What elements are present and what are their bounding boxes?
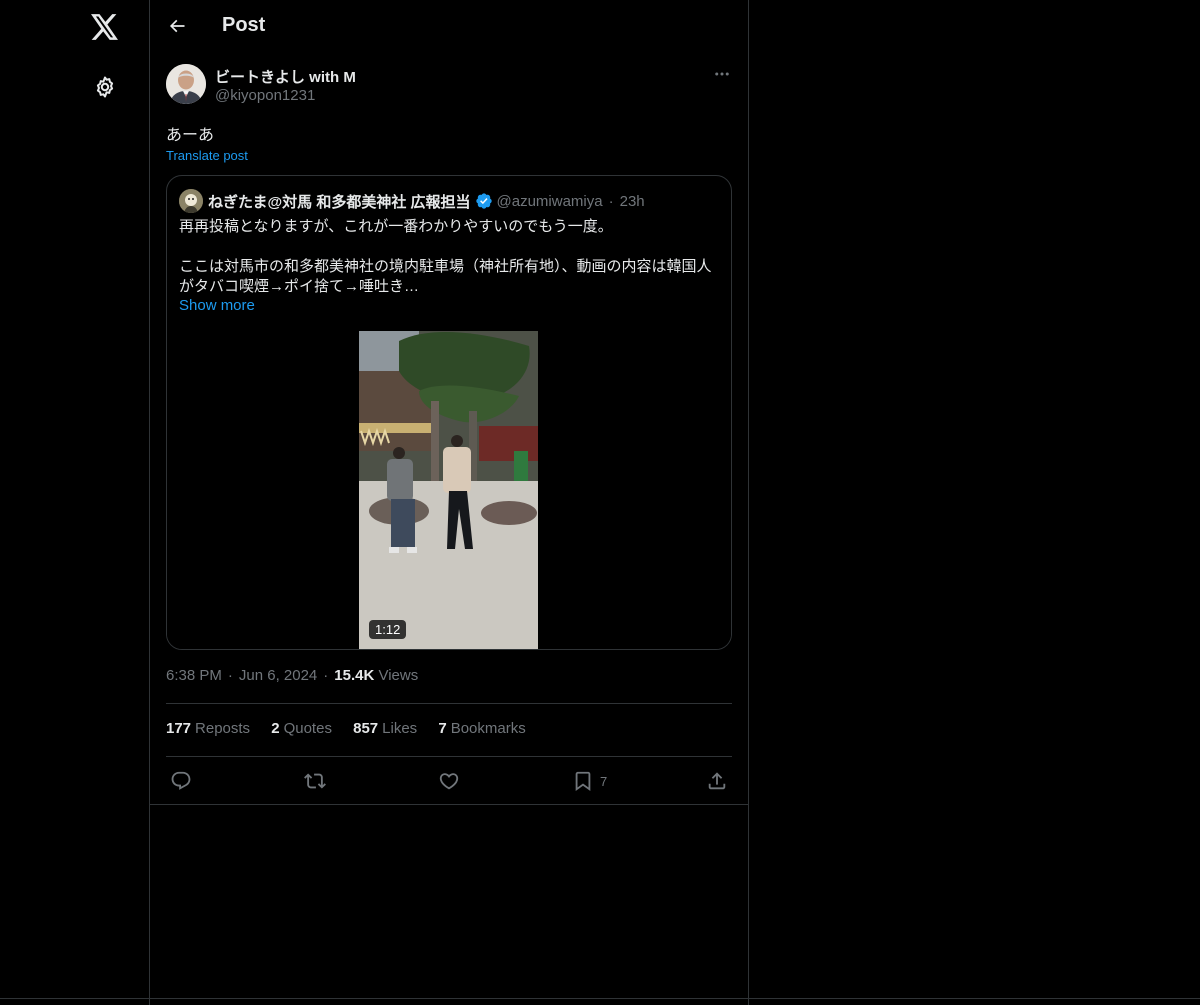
avatar[interactable] xyxy=(166,64,206,104)
quoted-post[interactable]: ねぎたま@対馬 和多都美神社 広報担当 @azumiwamiya · 23h 再… xyxy=(166,175,732,650)
quoted-handle[interactable]: @azumiwamiya xyxy=(497,193,603,210)
page-title: Post xyxy=(222,14,266,36)
bookmarks-stat[interactable]: 7 Bookmarks xyxy=(438,720,525,737)
translate-post-link[interactable]: Translate post xyxy=(166,148,248,163)
likes-count: 857 xyxy=(353,720,379,737)
video-duration: 1:12 xyxy=(369,620,407,639)
likes-stat[interactable]: 857 Likes xyxy=(353,720,417,737)
app: Post ビートきよし with M @kiyopon1231 あーあ Tran… xyxy=(0,0,1200,1005)
quoted-media: 1:12 xyxy=(167,331,731,649)
reposts-stat[interactable]: 177 Reposts xyxy=(166,720,250,737)
likes-label: Likes xyxy=(382,720,418,737)
show-more-link[interactable]: Show more xyxy=(179,297,255,314)
separator-dot: · xyxy=(227,667,233,684)
quotes-stat[interactable]: 2 Quotes xyxy=(271,720,332,737)
views-count: 15.4K xyxy=(334,667,375,684)
post-text: あーあ xyxy=(166,127,215,144)
quoted-display-name[interactable]: ねぎたま@対馬 和多都美神社 広報担当 xyxy=(208,191,471,212)
post-stats: 177 Reposts 2 Quotes 857 Likes 7 Bookmarks xyxy=(166,720,543,737)
views-label: Views xyxy=(378,667,419,684)
post-date[interactable]: Jun 6, 2024 xyxy=(239,667,317,684)
verified-badge-icon xyxy=(475,192,493,210)
header: Post xyxy=(150,0,748,54)
quoted-text-line2: ここは対馬市の和多都美神社の境内駐車場（神社所有地）、動画の内容は韓国人がタバコ… xyxy=(179,258,712,295)
bookmark-count: 7 xyxy=(600,773,608,789)
share-icon[interactable] xyxy=(706,767,728,795)
separator-dot: · xyxy=(323,667,329,684)
heart-icon[interactable] xyxy=(438,767,460,795)
quoted-text-line1: 再再投稿となりますが、これが一番わかりやすいのでもう一度。 xyxy=(179,218,613,235)
reposts-count: 177 xyxy=(166,720,192,737)
divider xyxy=(166,756,732,757)
author-row: ビートきよし with M @kiyopon1231 xyxy=(166,64,732,108)
quotes-label: Quotes xyxy=(283,720,332,737)
main-column: Post ビートきよし with M @kiyopon1231 あーあ Tran… xyxy=(149,0,749,1005)
divider xyxy=(166,703,732,704)
x-logo-icon[interactable] xyxy=(84,6,126,48)
quoted-post-header: ねぎたま@対馬 和多都美神社 広報担当 @azumiwamiya · 23h xyxy=(179,189,645,213)
post-meta: 6:38 PM · Jun 6, 2024 · 15.4K Views xyxy=(166,667,418,684)
reply-icon[interactable] xyxy=(170,767,192,795)
separator-dot: · xyxy=(608,192,614,210)
gear-icon[interactable] xyxy=(84,66,126,108)
bookmark-icon[interactable]: 7 xyxy=(572,767,607,795)
quotes-count: 2 xyxy=(271,720,280,737)
author-display-name[interactable]: ビートきよし with M xyxy=(215,66,356,87)
video-thumbnail[interactable]: 1:12 xyxy=(359,331,538,649)
divider xyxy=(0,998,1200,999)
repost-icon[interactable] xyxy=(303,767,327,795)
quoted-timestamp[interactable]: 23h xyxy=(620,193,645,210)
left-nav xyxy=(0,0,150,1005)
more-options-icon[interactable] xyxy=(712,64,732,84)
bookmarks-count: 7 xyxy=(438,720,447,737)
author-handle[interactable]: @kiyopon1231 xyxy=(215,87,315,104)
quoted-avatar[interactable] xyxy=(179,189,203,213)
reposts-label: Reposts xyxy=(195,720,251,737)
post-time[interactable]: 6:38 PM xyxy=(166,667,222,684)
arrow-left-icon[interactable] xyxy=(160,9,194,43)
action-bar: 7 xyxy=(166,767,732,795)
bookmarks-label: Bookmarks xyxy=(450,720,526,737)
divider xyxy=(150,804,748,805)
post: ビートきよし with M @kiyopon1231 あーあ Translate… xyxy=(166,64,732,650)
